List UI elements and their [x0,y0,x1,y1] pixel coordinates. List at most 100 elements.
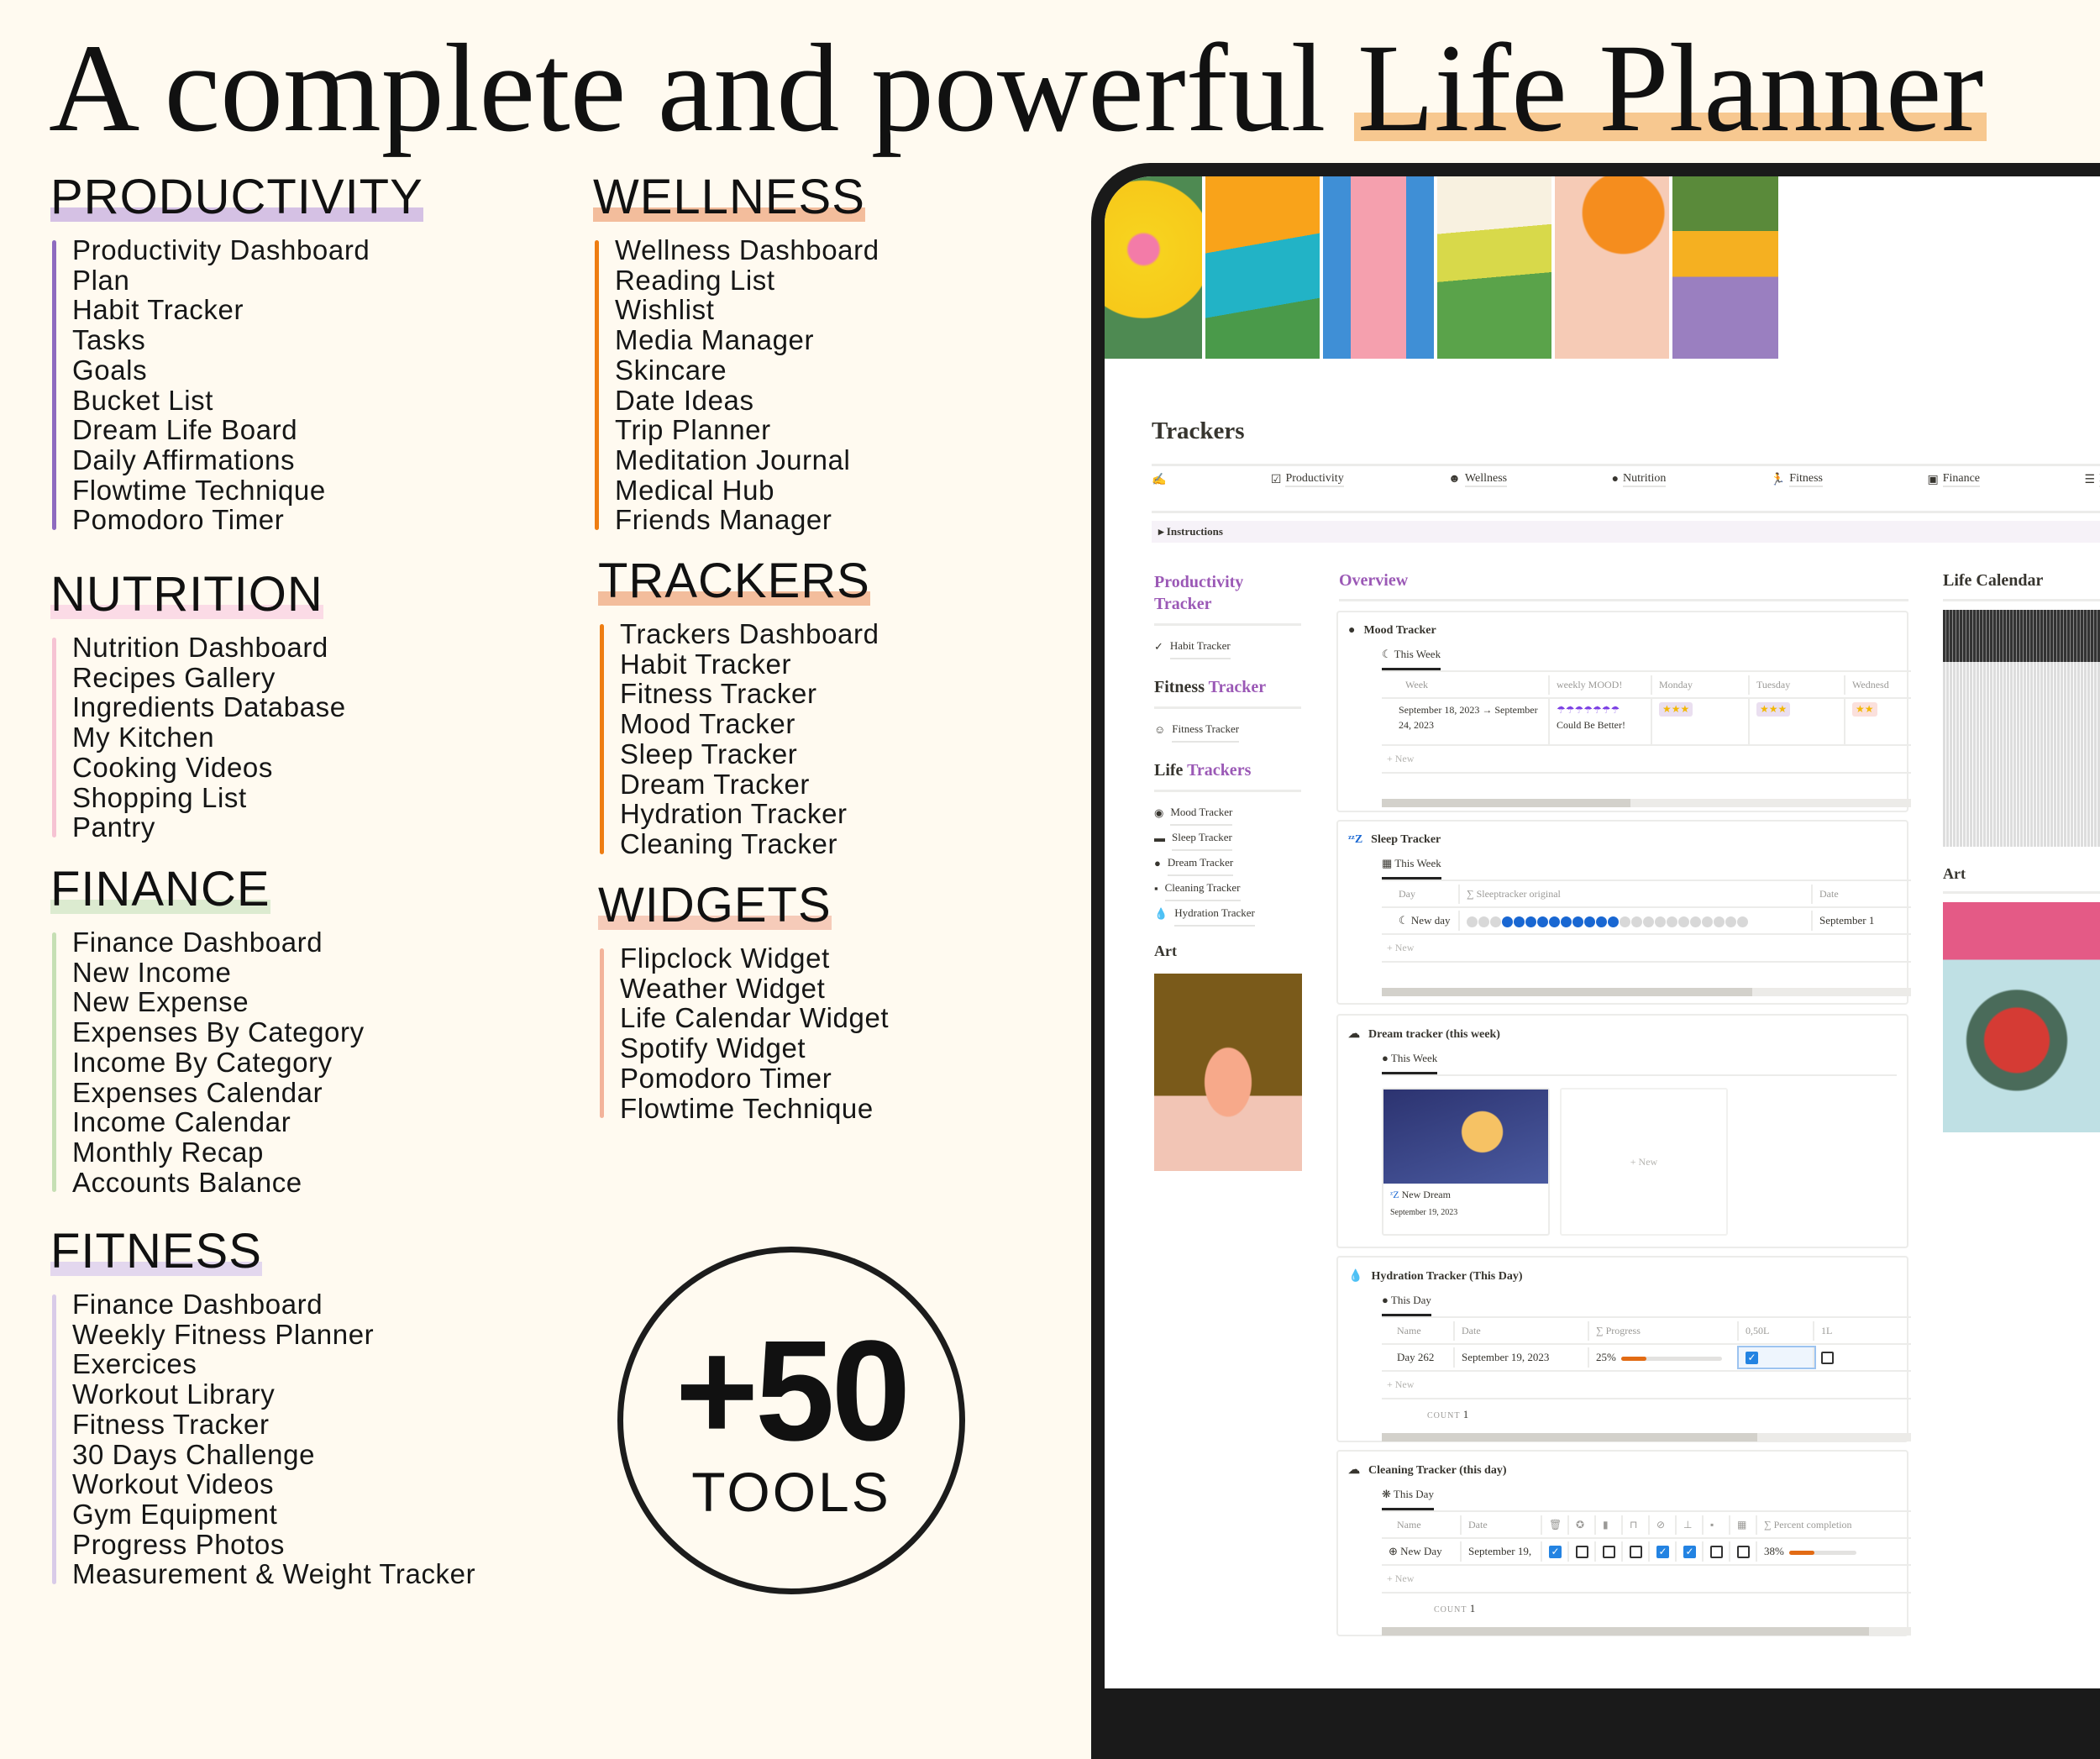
instructions-toggle[interactable]: ▸ Instructions [1152,521,2100,543]
feature-item: Sleep Tracker [620,738,798,769]
feature-item: My Kitchen [72,722,215,753]
feature-item: Mood Tracker [620,708,795,740]
checkbox-1l[interactable] [1814,1347,1873,1368]
new-row-button[interactable]: + New [1382,935,1911,963]
tab-this-week[interactable]: ● This Week [1382,1052,1438,1074]
divider [1152,511,2100,513]
nav-wellness[interactable]: ☻ Wellness [1448,472,1508,487]
horizontal-scrollbar[interactable] [1382,988,1911,996]
sleep-dot [1620,916,1630,927]
feature-item: Daily Affirmations [72,444,296,475]
feature-item: Reading List [615,264,775,296]
table-header: Day ∑ Sleeptracker original Date [1382,881,1911,908]
feature-item: Nutrition Dashboard [72,632,328,663]
table-row[interactable]: ⊕ New Day September 19, ✓ ✓ ✓ 38% [1382,1539,1911,1566]
scrollbar-thumb[interactable] [1382,799,1631,807]
nav-productivity[interactable]: ☑ Productivity [1271,472,1344,487]
sleep-dot [1667,916,1677,927]
cloud-icon: ☁ [1348,1464,1360,1477]
feature-item: Pomodoro Timer [620,1062,832,1094]
sleep-dot [1502,916,1513,927]
checkbox[interactable] [1603,1546,1615,1559]
checkbox[interactable]: ✓ [1683,1546,1696,1559]
feature-item: Accounts Balance [72,1166,302,1198]
sleep-dot [1714,916,1725,927]
section-wellness: WELLNESS Wellness Dashboard Reading List Wi… [593,171,879,535]
scrollbar-thumb[interactable] [1382,1627,1869,1636]
feature-item: New Income [72,956,232,988]
tab-this-day[interactable]: ❋ This Day [1382,1488,1434,1510]
feature-item: Pantry [72,811,155,843]
scrollbar-thumb[interactable] [1382,988,1752,996]
nav-finance[interactable]: ▣ Finance [1927,472,1981,487]
feature-list: Finance Dashboard Weekly Fitness Planner E… [50,1289,475,1589]
checkbox[interactable] [1576,1546,1588,1559]
cover-tulip-art [1555,176,1672,359]
sidebar-link-mood-tracker[interactable]: ◉ Mood Tracker [1154,801,1301,826]
feature-item: Flowtime Technique [72,474,326,506]
checkbox[interactable] [1630,1546,1642,1559]
feature-item: Workout Videos [72,1468,275,1500]
cover-sea-art [1205,176,1323,359]
tab-this-day[interactable]: ● This Day [1382,1294,1431,1316]
rating-stars: ★★★ [1756,702,1791,717]
sleep-dot [1631,916,1642,927]
sidebar-link-habit-tracker[interactable]: ✓ Habit Tracker [1154,634,1301,659]
fitness-icon: ☺ [1154,723,1166,736]
feature-item: Measurement & Weight Tracker [72,1558,476,1590]
section-widgets: WIDGETS Flipclock Widget Weather Widget Lif… [598,880,889,1123]
horizontal-scrollbar[interactable] [1382,1627,1911,1636]
feature-item: Dream Life Board [72,414,298,446]
sidebar-heading-fitness: Fitness Tracker [1154,676,1301,709]
checkbox[interactable]: ✓ [1656,1546,1669,1559]
table-row[interactable]: ☾ New day September 1 [1382,908,1911,935]
dream-tracker-card: ☁ Dream tracker (this week) ● This Week ᶻ… [1336,1014,1908,1248]
horizontal-scrollbar[interactable] [1382,1433,1911,1441]
sidebar-link-sleep-tracker[interactable]: ▬ Sleep Tracker [1154,826,1301,851]
notion-app-screen: Trackers ✍ ☑ Productivity ☻ Wellness ● Nutrit… [1105,176,2100,1688]
new-row-button[interactable]: + New [1382,746,1911,774]
table-row[interactable]: September 18, 2023 → September 24, 2023 … [1382,699,1911,746]
nav-nutrition[interactable]: ● Nutrition [1612,472,1667,487]
checkbox[interactable] [1737,1546,1750,1559]
nav-bar: ✍ ☑ Productivity ☻ Wellness ● Nutrition 🏃 Fitne… [1152,472,2100,487]
gallery-card[interactable]: ᶻZ New Dream September 19, 2023 [1382,1088,1550,1236]
sidebar-link-fitness-tracker[interactable]: ☺ Fitness Tracker [1154,717,1301,743]
nav-index[interactable]: ☰Index [2084,472,2100,487]
nav-fitness[interactable]: 🏃 Fitness [1771,472,1823,487]
tab-this-week[interactable]: ▦ This Week [1382,857,1441,880]
section-heading: PRODUCTIVITY [50,170,423,224]
sidebar-link-dream-tracker[interactable]: ● Dream Tracker [1154,851,1301,876]
feature-item: Tasks [72,324,146,356]
scrollbar-thumb[interactable] [1382,1433,1758,1441]
feature-list: Trackers Dashboard Habit Tracker Fitness T… [598,619,879,859]
feature-item: Life Calendar Widget [620,1002,890,1034]
checkbox[interactable] [1821,1352,1834,1365]
section-nutrition: NUTRITION Nutrition Dashboard Recipes Gall… [50,569,346,843]
feature-item: Weekly Fitness Planner [72,1318,375,1350]
feature-list: Flipclock Widget Weather Widget Life Calen… [598,943,889,1123]
section-heading: WELLNESS [593,170,865,224]
progress-bar [1620,1356,1722,1361]
sidebar-link-hydration-tracker[interactable]: 💧 Hydration Tracker [1154,901,1301,927]
feature-item: Hydration Tracker [620,798,848,830]
feature-item: Habit Tracker [620,648,792,680]
horizontal-scrollbar[interactable] [1382,799,1911,807]
sidebar-link-cleaning-tracker[interactable]: ▪ Cleaning Tracker [1154,876,1301,901]
sleep-dot [1514,916,1525,927]
new-row-button[interactable]: + New [1382,1566,1911,1594]
table-row[interactable]: Day 262 September 19, 2023 25% ✓ [1382,1345,1911,1372]
sleep-dot [1725,916,1736,927]
new-row-button[interactable]: + New [1382,1372,1911,1399]
checkbox[interactable] [1710,1546,1723,1559]
tab-this-week[interactable]: ☾ This Week [1382,648,1441,670]
sleep-dot [1490,916,1501,927]
leaf-icon: ⊘ [1650,1515,1677,1535]
pen-icon[interactable]: ✍ [1152,473,1166,487]
checkbox[interactable]: ✓ [1746,1352,1758,1365]
checkbox[interactable]: ✓ [1549,1546,1562,1559]
feature-item: Finance Dashboard [72,1289,323,1320]
checkbox-050l[interactable]: ✓ [1737,1345,1816,1370]
new-gallery-card-button[interactable]: + New [1560,1088,1728,1236]
section-finance: FINANCE Finance Dashboard New Income New Ex… [50,864,365,1197]
